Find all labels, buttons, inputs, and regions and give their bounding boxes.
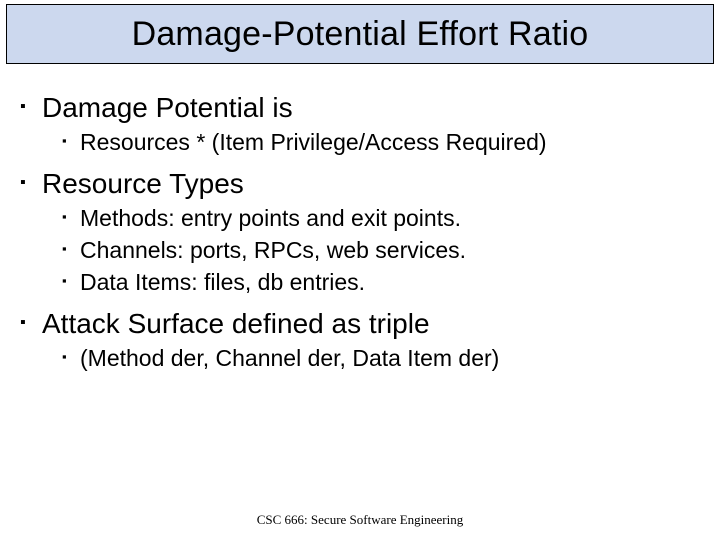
square-bullet-icon: ▪ [20, 308, 42, 338]
list-item-label: Methods: entry points and exit points. [80, 204, 461, 232]
list-item: ▪ Data Items: files, db entries. [62, 268, 700, 296]
square-bullet-icon: ▪ [62, 268, 80, 294]
slide-title: Damage-Potential Effort Ratio [132, 15, 589, 54]
square-bullet-icon: ▪ [62, 128, 80, 154]
list-item: ▪ Damage Potential is [20, 92, 700, 124]
square-bullet-icon: ▪ [62, 204, 80, 230]
square-bullet-icon: ▪ [20, 92, 42, 122]
title-bar: Damage-Potential Effort Ratio [6, 4, 714, 64]
list-item: ▪ Resources * (Item Privilege/Access Req… [62, 128, 700, 156]
list-item-label: Data Items: files, db entries. [80, 268, 365, 296]
list-item: ▪ Channels: ports, RPCs, web services. [62, 236, 700, 264]
square-bullet-icon: ▪ [20, 168, 42, 198]
list-item: ▪ Resource Types [20, 168, 700, 200]
list-item: ▪ (Method der, Channel der, Data Item de… [62, 344, 700, 372]
list-item-label: Resource Types [42, 168, 244, 200]
list-item-label: Damage Potential is [42, 92, 293, 124]
square-bullet-icon: ▪ [62, 236, 80, 262]
slide: Damage-Potential Effort Ratio ▪ Damage P… [0, 0, 720, 540]
slide-footer: CSC 666: Secure Software Engineering [0, 512, 720, 528]
list-item: ▪ Methods: entry points and exit points. [62, 204, 700, 232]
list-item-label: (Method der, Channel der, Data Item der) [80, 344, 499, 372]
list-item-label: Resources * (Item Privilege/Access Requi… [80, 128, 547, 156]
list-item-label: Channels: ports, RPCs, web services. [80, 236, 466, 264]
list-item: ▪ Attack Surface defined as triple [20, 308, 700, 340]
square-bullet-icon: ▪ [62, 344, 80, 370]
slide-content: ▪ Damage Potential is ▪ Resources * (Ite… [20, 80, 700, 490]
list-item-label: Attack Surface defined as triple [42, 308, 430, 340]
